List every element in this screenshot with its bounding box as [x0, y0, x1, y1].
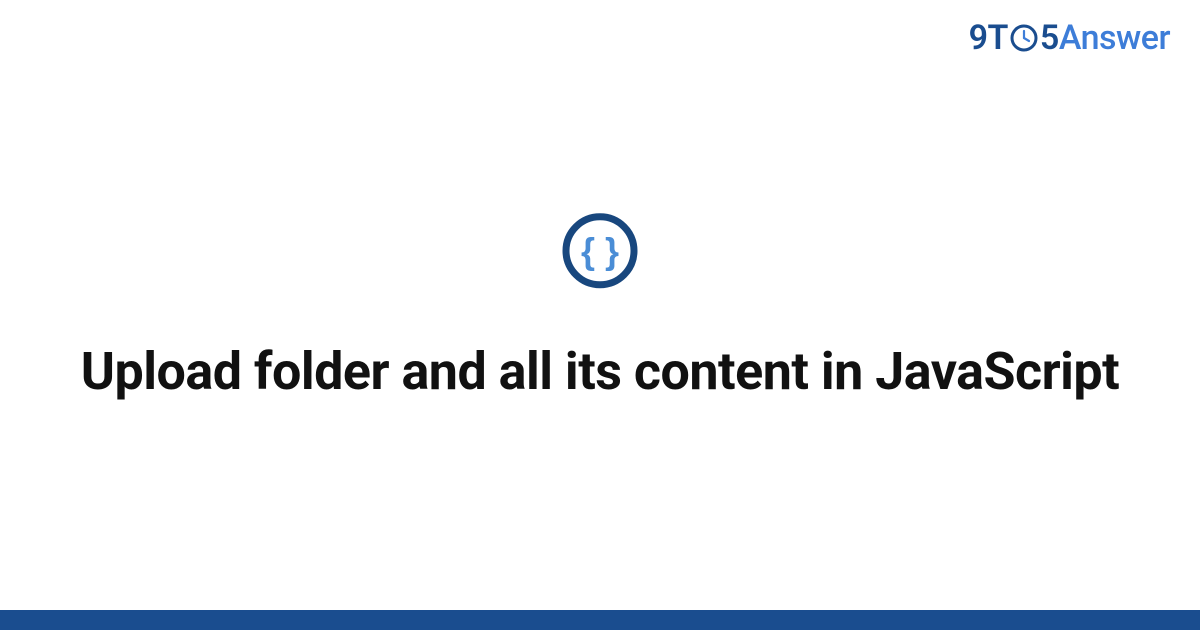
site-logo: 9T 5 Answer: [969, 18, 1170, 58]
logo-text-5: 5: [1040, 18, 1059, 58]
main-content: { } Upload folder and all its content in…: [0, 211, 1200, 404]
logo-text-answer: Answer: [1059, 18, 1170, 58]
code-braces-icon: { }: [560, 211, 640, 291]
footer-bar: [0, 610, 1200, 630]
page-title: Upload folder and all its content in Jav…: [0, 339, 1200, 404]
clock-icon: [1009, 23, 1039, 53]
logo-text-9t: 9T: [969, 18, 1008, 58]
svg-text:{ }: { }: [581, 230, 619, 271]
